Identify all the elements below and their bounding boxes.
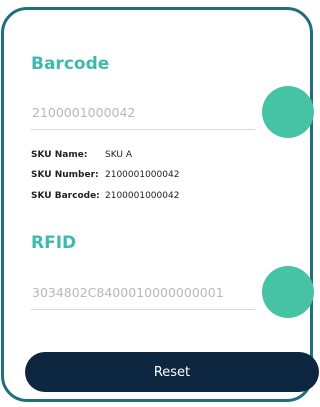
sku-name-row: SKU Name: SKU A bbox=[31, 150, 132, 160]
reset-button[interactable]: Reset bbox=[25, 352, 319, 392]
rfid-field[interactable]: 3034802C8400010000000001 bbox=[31, 273, 255, 310]
sku-number-label: SKU Number: bbox=[31, 170, 99, 180]
barcode-value: 2100001000042 bbox=[32, 105, 136, 120]
sku-barcode-value: 2100001000042 bbox=[105, 191, 180, 201]
rfid-scan-button[interactable] bbox=[262, 266, 314, 318]
rfid-section-title: RFID bbox=[31, 233, 77, 253]
reset-button-label: Reset bbox=[153, 364, 191, 380]
barcode-scan-button[interactable] bbox=[262, 86, 314, 138]
sku-number-value: 2100001000042 bbox=[105, 170, 180, 180]
sku-name-value: SKU A bbox=[105, 150, 132, 160]
barcode-section-title: Barcode bbox=[31, 54, 110, 74]
sku-number-row: SKU Number: 2100001000042 bbox=[31, 170, 179, 180]
barcode-field[interactable]: 2100001000042 bbox=[31, 93, 255, 130]
rfid-value: 3034802C8400010000000001 bbox=[32, 285, 224, 300]
sku-name-label: SKU Name: bbox=[31, 150, 88, 160]
sku-barcode-label: SKU Barcode: bbox=[31, 191, 100, 201]
sku-barcode-row: SKU Barcode: 2100001000042 bbox=[31, 191, 179, 201]
clipped-top-content bbox=[112, 0, 176, 12]
